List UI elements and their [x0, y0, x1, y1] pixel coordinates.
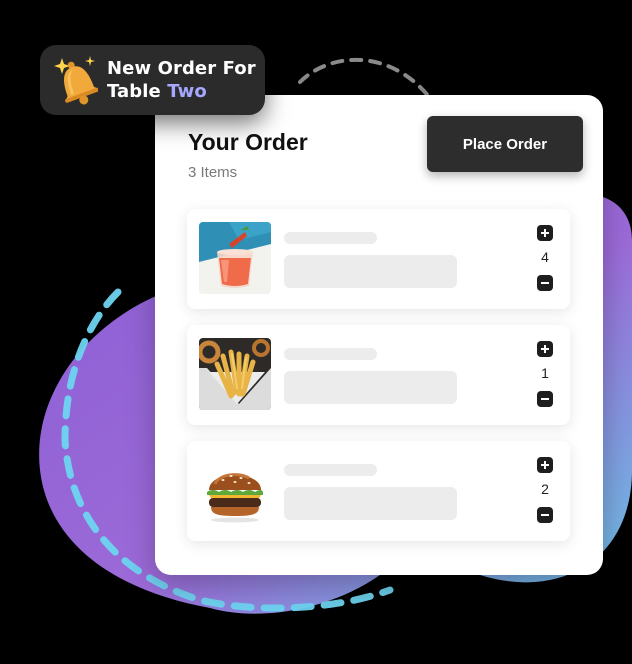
plus-icon: [541, 229, 549, 237]
bell-icon: [52, 54, 98, 106]
increase-quantity-button[interactable]: [537, 341, 553, 357]
drink-image: [199, 222, 271, 294]
burger-image: [199, 454, 271, 526]
item-description-placeholder: [284, 371, 457, 404]
order-item: 4: [187, 209, 570, 309]
order-item: 2: [187, 441, 570, 541]
item-quantity: 2: [541, 481, 549, 497]
order-card: Your Order 3 Items Place Order 4 1 2: [155, 95, 603, 575]
notification-line-1: New Order For: [107, 58, 256, 79]
item-description-placeholder: [284, 487, 457, 520]
stage: New Order For Table Two Your Order 3 Ite…: [0, 0, 632, 664]
place-order-button[interactable]: Place Order: [427, 116, 583, 172]
minus-icon: [541, 282, 549, 284]
minus-icon: [541, 398, 549, 400]
notification-table-prefix: Table: [107, 81, 168, 102]
plus-icon: [541, 461, 549, 469]
item-quantity: 1: [541, 365, 549, 381]
notification-line-2: Table Two: [107, 80, 256, 103]
increase-quantity-button[interactable]: [537, 457, 553, 473]
item-description-placeholder: [284, 255, 457, 288]
decrease-quantity-button[interactable]: [537, 391, 553, 407]
decrease-quantity-button[interactable]: [537, 507, 553, 523]
order-item-count: 3 Items: [188, 164, 238, 181]
item-name-placeholder: [284, 348, 377, 360]
decrease-quantity-button[interactable]: [537, 275, 553, 291]
plus-icon: [541, 345, 549, 353]
notification-table-name: Two: [167, 81, 207, 102]
minus-icon: [541, 514, 549, 516]
item-name-placeholder: [284, 232, 377, 244]
order-item: 1: [187, 325, 570, 425]
item-name-placeholder: [284, 464, 377, 476]
order-title: Your Order: [188, 129, 308, 155]
notification-message: New Order For Table Two: [107, 57, 256, 103]
new-order-notification[interactable]: New Order For Table Two: [40, 45, 265, 115]
fries-image: [199, 338, 271, 410]
item-quantity: 4: [541, 249, 549, 265]
increase-quantity-button[interactable]: [537, 225, 553, 241]
